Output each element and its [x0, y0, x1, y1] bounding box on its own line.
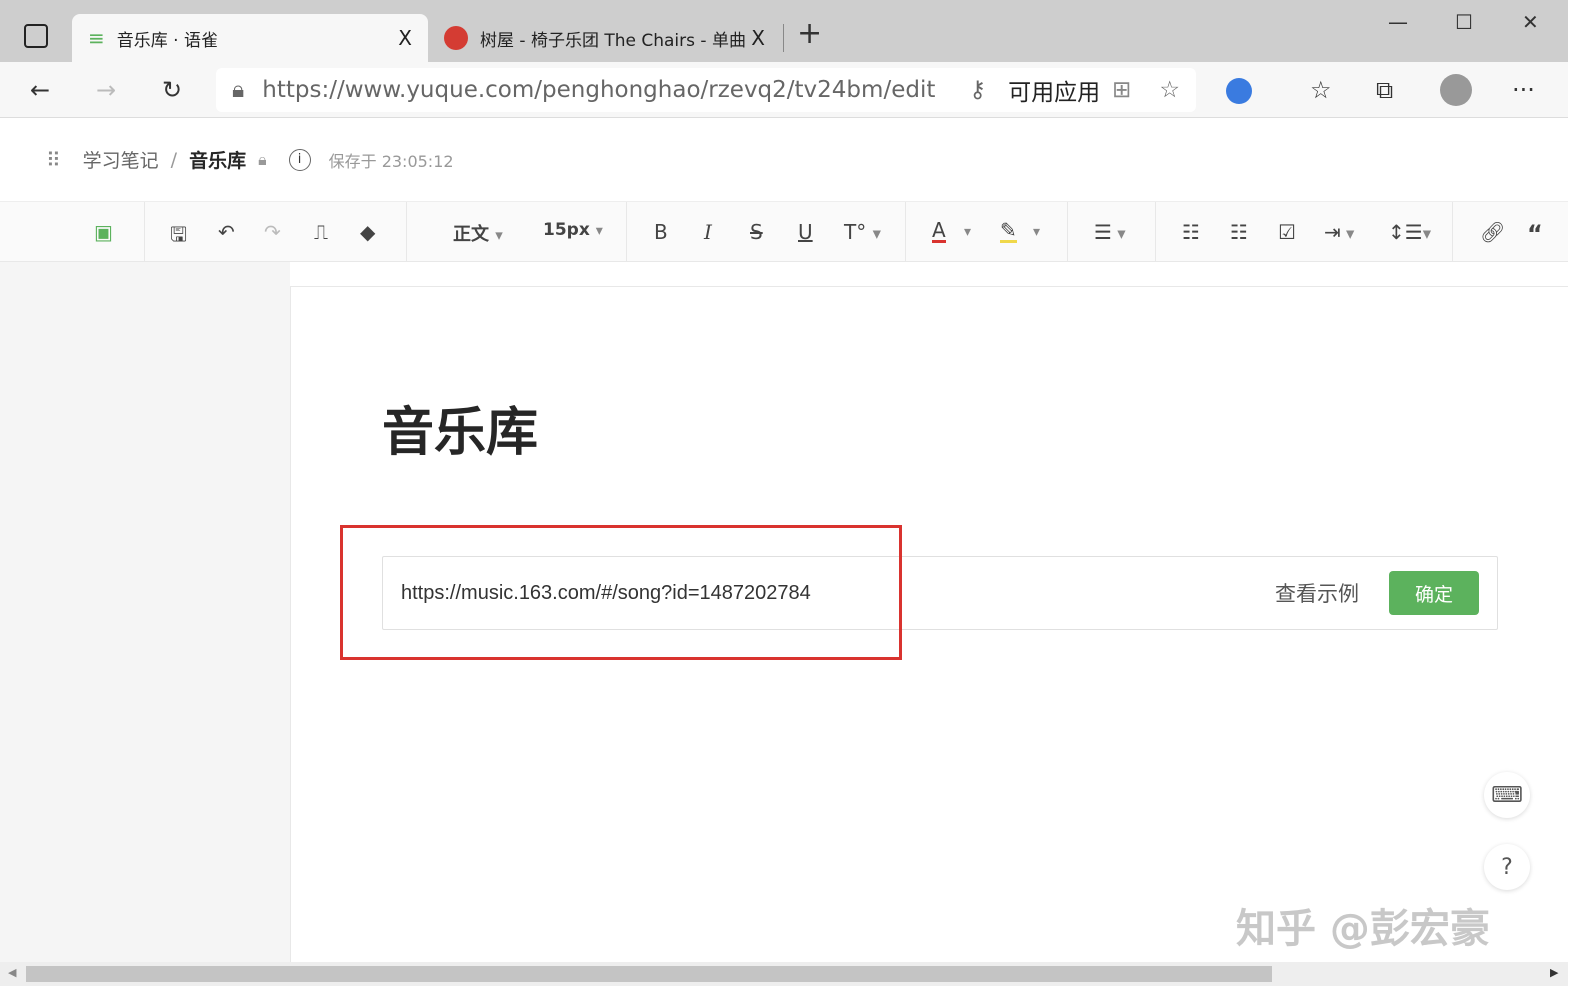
superscript-icon[interactable]: T° ▾ — [844, 220, 881, 244]
new-tab-button[interactable]: + — [797, 16, 822, 51]
save-status: 保存于 23:05:12 — [328, 151, 454, 171]
breadcrumb-book[interactable]: 学习笔记 — [83, 146, 159, 173]
maximize-button[interactable]: ☐ — [1455, 10, 1473, 34]
apps-icon: ⊞ — [1112, 77, 1132, 103]
paragraph-style-label: 正文 — [453, 224, 489, 245]
close-tab-button[interactable]: X — [751, 26, 765, 50]
left-margin — [0, 262, 290, 962]
bullet-list-icon[interactable]: ☷ — [1182, 220, 1200, 244]
undo-icon[interactable]: ↶ — [218, 220, 235, 244]
extension-icon[interactable] — [1226, 78, 1252, 104]
tab-label: 树屋 - 椅子乐团 The Chairs - 单曲 — [480, 30, 746, 51]
indent-icon[interactable]: ⇥ ▾ — [1324, 220, 1354, 244]
close-tab-button[interactable]: X — [398, 26, 412, 50]
close-window-button[interactable]: ✕ — [1522, 10, 1539, 34]
refresh-button[interactable]: ↻ — [162, 76, 182, 104]
watermark: 知乎 @彭宏豪 — [1236, 906, 1490, 952]
view-example-link[interactable]: 查看示例 — [1275, 578, 1359, 608]
eraser-icon[interactable]: ◆ — [360, 220, 375, 244]
document-title[interactable]: 音乐库 — [382, 390, 538, 465]
available-apps-button[interactable]: 可用应用 — [1008, 73, 1100, 107]
paragraph-style-dropdown[interactable]: 正文 ▾ — [453, 220, 503, 246]
address-bar[interactable]: 🔒︎ https://www.yuque.com/penghonghao/rze… — [216, 68, 1196, 112]
confirm-button[interactable]: 确定 — [1389, 571, 1479, 615]
redo-icon[interactable]: ↷ — [264, 220, 281, 244]
font-color-icon[interactable]: A — [932, 220, 946, 243]
italic-icon[interactable]: I — [704, 220, 712, 244]
save-icon[interactable]: 🖫 — [170, 220, 187, 254]
ordered-list-icon[interactable]: ☷ — [1230, 220, 1248, 244]
profile-avatar[interactable] — [1440, 74, 1472, 106]
url-text[interactable]: https://www.yuque.com/penghonghao/rzevq2… — [262, 77, 969, 103]
tab-netease[interactable]: 树屋 - 椅子乐团 The Chairs - 单曲 X — [432, 14, 777, 62]
align-icon[interactable]: ☰ ▾ — [1094, 220, 1126, 244]
lock-icon: 🔒︎ — [232, 77, 245, 103]
key-icon[interactable]: ⚷ — [969, 77, 986, 103]
insert-icon[interactable]: ▣ — [94, 220, 113, 244]
font-size-label: 15px — [543, 220, 590, 240]
quote-icon[interactable]: “ — [1527, 220, 1543, 248]
help-icon[interactable]: ? — [1484, 844, 1530, 890]
app-grid-icon[interactable]: ⠿ — [46, 148, 61, 172]
editor-toolbar: ▣ 🖫 ↶ ↷ ⎍ ◆ 正文 ▾ 15px ▾ B I S U T° ▾ A ▾ … — [0, 202, 1568, 262]
keyboard-shortcuts-icon[interactable]: ⌨ — [1484, 772, 1530, 818]
breadcrumb-separator: / — [170, 148, 178, 171]
favorites-icon[interactable]: ☆ — [1310, 76, 1332, 104]
more-menu-icon[interactable]: ··· — [1512, 76, 1535, 104]
tab-label: 音乐库 · 语雀 — [116, 30, 218, 51]
highlight-icon[interactable]: ✎ — [1000, 220, 1017, 243]
checkbox-icon[interactable]: ☑ — [1278, 220, 1296, 244]
breadcrumb-doc: 音乐库 — [189, 150, 247, 172]
horizontal-scrollbar[interactable]: ◀ ▶ — [0, 962, 1568, 986]
format-painter-icon[interactable]: ⎍ — [314, 220, 328, 244]
font-size-dropdown[interactable]: 15px ▾ — [543, 220, 603, 240]
line-height-icon[interactable]: ↕☰▾ — [1388, 220, 1431, 244]
collections-icon[interactable]: ⧉ — [1376, 76, 1393, 104]
scrollbar-thumb[interactable] — [26, 966, 1272, 982]
back-button[interactable]: ← — [30, 76, 50, 104]
bold-icon[interactable]: B — [654, 220, 668, 244]
minimize-button[interactable]: — — [1388, 10, 1408, 34]
doc-header: ⠿ 学习笔记 / 音乐库 🔒︎ i 保存于 23:05:12 — [0, 118, 1568, 202]
add-favorite-icon[interactable]: ☆ — [1159, 77, 1180, 103]
underline-icon[interactable]: U — [798, 220, 813, 244]
strikethrough-icon[interactable]: S — [750, 220, 763, 244]
tab-bar: ≡ 音乐库 · 语雀 X 树屋 - 椅子乐团 The Chairs - 单曲 X… — [0, 0, 1568, 62]
netease-music-icon — [444, 26, 468, 50]
address-bar-row: ← → ↻ 🔒︎ https://www.yuque.com/penghongh… — [0, 62, 1568, 118]
info-icon[interactable]: i — [288, 148, 311, 171]
lock-icon: 🔒︎ — [258, 149, 267, 169]
workspaces-icon[interactable] — [24, 24, 48, 48]
highlight-annotation-box — [340, 525, 902, 660]
tab-yuque[interactable]: ≡ 音乐库 · 语雀 X — [72, 14, 428, 62]
link-icon[interactable]: 🔗︎ — [1480, 220, 1505, 244]
yuque-icon: ≡ — [88, 26, 105, 50]
forward-button[interactable]: → — [96, 76, 116, 104]
